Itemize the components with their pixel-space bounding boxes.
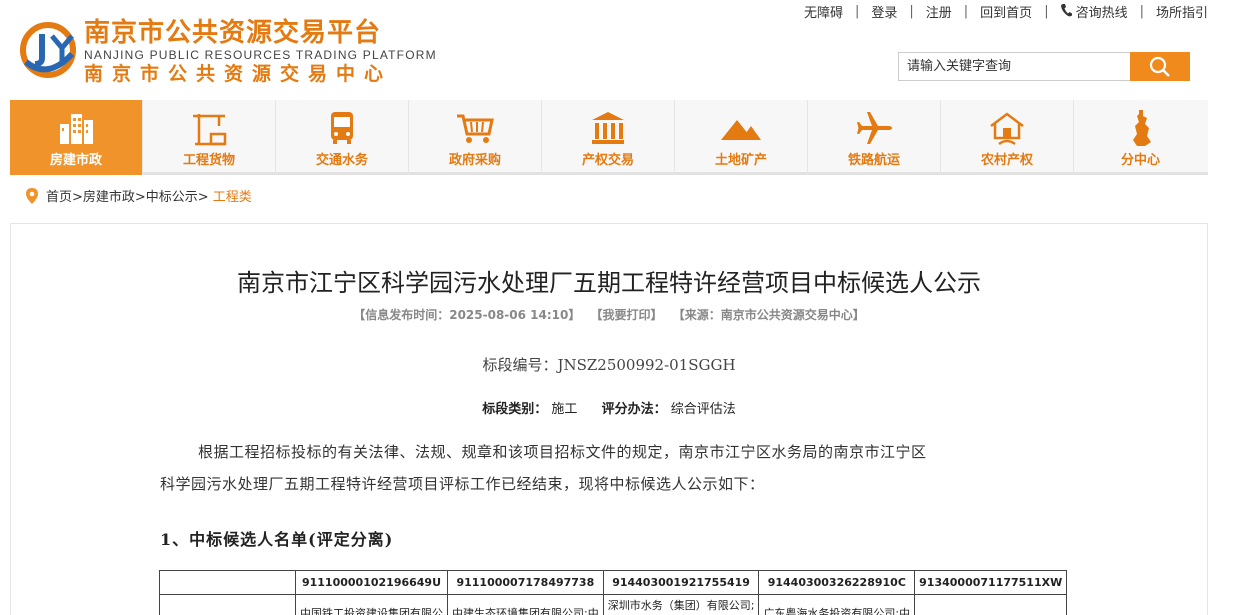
nav-label: 分中心 xyxy=(1120,153,1160,168)
search-icon xyxy=(1149,56,1170,77)
search-box xyxy=(898,52,1190,81)
breadcrumb: 首页>房建市政>中标公示> 工程类 xyxy=(26,186,252,205)
hotline-link[interactable]: 咨询热线 xyxy=(1049,2,1140,21)
intro-paragraph: 根据工程招标投标的有关法律、法规、规章和该项目招标文件的规定，南京市江宁区水务局… xyxy=(160,436,1060,500)
bus-icon xyxy=(331,112,353,144)
table-row: 中国铁工投资建设集团有限公 中建生态环境集团有限公司;中 深圳市水务（集团）有限… xyxy=(159,594,1068,615)
table-cell: 911100007178497738 xyxy=(447,570,604,595)
table-cell: 91440300326228910C xyxy=(758,570,916,595)
register-link[interactable]: 注册 xyxy=(914,2,964,21)
nav-label: 铁路航运 xyxy=(847,153,900,168)
nav-item-sub-center[interactable]: 分中心 xyxy=(1074,100,1207,175)
method-value: 综合评估法 xyxy=(670,402,736,417)
logo-center-name: 南京市公共资源交易中心 xyxy=(84,63,393,85)
bid-section-number: 标段编号：JNSZ2500992-01SGGH xyxy=(482,356,736,374)
search-button[interactable] xyxy=(1130,52,1190,81)
phone-icon xyxy=(1060,3,1072,16)
table-cell xyxy=(159,594,296,615)
airplane-icon xyxy=(857,112,892,144)
table-cell: 广东粤海水务投资有限公司;中 xyxy=(758,594,916,615)
source-label: 【来源：南京市公共资源交易中心】 xyxy=(672,308,865,322)
nav-item-government-procurement[interactable]: 政府采购 xyxy=(409,100,542,175)
table-cell xyxy=(159,570,296,595)
search-input[interactable] xyxy=(898,52,1130,81)
intro-line-2: 科学园污水处理厂五期工程特许经营项目评标工作已经结束，现将中标候选人公示如下： xyxy=(160,475,765,493)
nav-item-housing[interactable]: 房建市政 xyxy=(10,100,143,175)
print-link[interactable]: 【我要打印】 xyxy=(591,308,663,322)
breadcrumb-path[interactable]: 首页>房建市政>中标公示> xyxy=(46,186,209,205)
nav-label: 农村产权 xyxy=(980,153,1033,168)
candidate-table: 91110000102196649U 911100007178497738 91… xyxy=(159,570,1068,615)
nav-label: 政府采购 xyxy=(448,153,501,168)
nav-item-rail-shipping[interactable]: 铁路航运 xyxy=(808,100,941,175)
bank-icon xyxy=(592,112,624,144)
nav-label: 产权交易 xyxy=(581,153,634,168)
publish-time: 【信息发布时间：2025-08-06 14:10】 xyxy=(353,308,581,322)
location-pin-icon xyxy=(26,187,38,204)
method-label: 评分办法： xyxy=(601,402,667,417)
crane-icon xyxy=(193,114,227,146)
cart-icon xyxy=(457,114,494,143)
article-meta: 【信息发布时间：2025-08-06 14:10】 【我要打印】 【来源：南京市… xyxy=(0,306,1218,323)
hotline-label: 咨询热线 xyxy=(1075,5,1128,21)
table-cell: 914403001921755419 xyxy=(602,570,760,595)
category-value: 施工 xyxy=(551,402,578,417)
nav-label: 土地矿产 xyxy=(714,153,767,168)
nav-label: 交通水务 xyxy=(315,153,368,168)
main-nav: 房建市政 工程货物 交通水务 政府采购 产权交易 土地矿产 铁路航运 农村产权 … xyxy=(10,100,1208,175)
tower-icon xyxy=(1132,110,1151,146)
accessibility-link[interactable]: 无障碍 xyxy=(792,2,855,21)
breadcrumb-current: 工程类 xyxy=(212,190,252,205)
table-cell: 9134000071177511XW xyxy=(914,570,1068,595)
nav-item-land-minerals[interactable]: 土地矿产 xyxy=(675,100,808,175)
table-cell: 中国铁工投资建设集团有限公 xyxy=(295,594,448,615)
home-link[interactable]: 回到首页 xyxy=(968,2,1044,21)
category-label: 标段类别： xyxy=(482,402,548,417)
site-logo[interactable]: 南京市公共资源交易平台 NANJING PUBLIC RESOURCES TRA… xyxy=(18,18,437,86)
table-row: 91110000102196649U 911100007178497738 91… xyxy=(159,570,1068,595)
nav-item-rural-property[interactable]: 农村产权 xyxy=(941,100,1074,175)
nav-item-property-rights[interactable]: 产权交易 xyxy=(542,100,675,175)
login-link[interactable]: 登录 xyxy=(859,2,909,21)
nav-label: 工程货物 xyxy=(182,153,235,168)
nav-label: 房建市政 xyxy=(49,153,102,168)
logo-emblem-icon xyxy=(20,22,76,78)
house-icon xyxy=(990,112,1024,146)
mountain-icon xyxy=(721,120,761,140)
table-cell xyxy=(914,594,1068,615)
buildings-icon xyxy=(60,114,93,144)
logo-en-name: NANJING PUBLIC RESOURCES TRADING PLATFOR… xyxy=(84,48,437,62)
table-cell: 中建生态环境集团有限公司;中 xyxy=(447,594,604,615)
page-title: 南京市江宁区科学园污水处理厂五期工程特许经营项目中标候选人公示 xyxy=(237,269,981,297)
venue-guide-link[interactable]: 场所指引 xyxy=(1144,2,1208,21)
section-heading: 1、中标候选人名单(评定分离) xyxy=(160,530,394,549)
table-cell: 91110000102196649U xyxy=(295,570,448,595)
table-cell: 深圳市水务（集团）有限公司; xyxy=(602,594,760,615)
bid-category-line: 标段类别： 施工 评分办法： 综合评估法 xyxy=(0,398,1218,417)
nav-item-transport-water[interactable]: 交通水务 xyxy=(276,100,409,175)
top-utility-bar: 无障碍 | 登录 | 注册 | 回到首页 | 咨询热线 | 场所指引 xyxy=(792,0,1208,22)
logo-cn-name: 南京市公共资源交易平台 xyxy=(84,18,382,48)
intro-line-1: 根据工程招标投标的有关法律、法规、规章和该项目招标文件的规定，南京市江宁区水务局… xyxy=(198,443,927,461)
nav-item-engineering-goods[interactable]: 工程货物 xyxy=(143,100,276,175)
